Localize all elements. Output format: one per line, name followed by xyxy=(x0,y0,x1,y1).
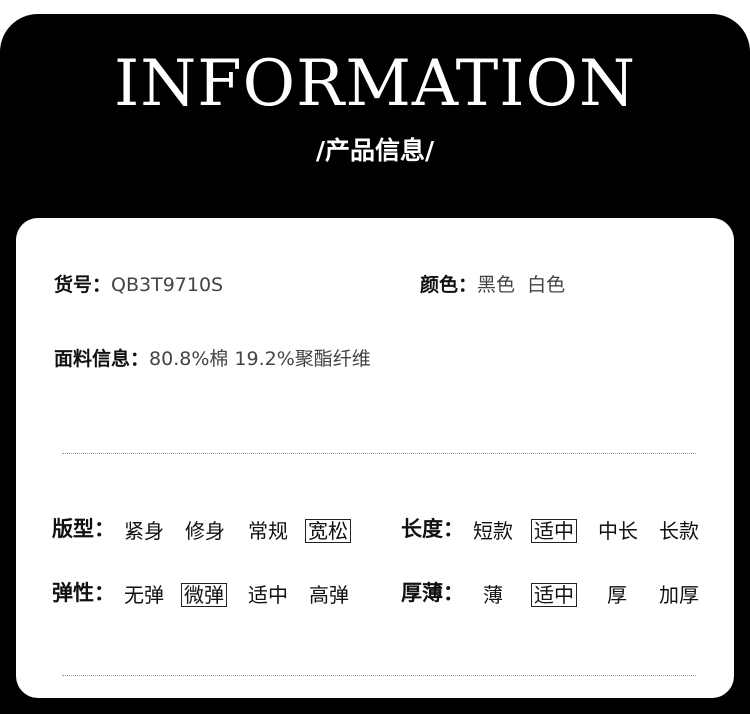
thickness-option: 加厚 xyxy=(659,583,699,607)
length-option: 中长 xyxy=(598,519,638,543)
length-label: 长度： xyxy=(401,517,464,541)
length-option: 长款 xyxy=(659,519,699,543)
elasticity-label: 弹性： xyxy=(52,581,115,605)
fit-label: 版型： xyxy=(52,517,115,541)
page-title: INFORMATION xyxy=(113,47,637,121)
thickness-label: 厚薄： xyxy=(401,581,464,605)
page-subtitle: /产品信息/ xyxy=(315,136,435,165)
item-no-value: QB3T9710S xyxy=(111,274,224,296)
fabric-field: 面料信息：80.8%棉 19.2%聚酯纤维 xyxy=(54,350,371,369)
thickness-option: 厚 xyxy=(607,583,627,607)
item-no-label: 货号： xyxy=(54,274,112,296)
elasticity-option-selected: 微弹 xyxy=(181,583,227,607)
divider-top xyxy=(62,453,696,454)
thickness-option-selected: 适中 xyxy=(531,583,577,607)
color-value: 黑色 白色 xyxy=(477,274,566,296)
item-no-field: 货号：QB3T9710S xyxy=(54,276,223,295)
divider-bottom xyxy=(62,675,696,676)
color-field: 颜色：黑色 白色 xyxy=(420,276,565,295)
fit-option: 紧身 xyxy=(124,519,164,543)
fabric-label: 面料信息： xyxy=(54,348,150,370)
color-label: 颜色： xyxy=(420,274,478,296)
length-option: 短款 xyxy=(473,519,513,543)
fit-option: 修身 xyxy=(185,519,225,543)
thickness-option: 薄 xyxy=(483,583,503,607)
length-option-selected: 适中 xyxy=(531,519,577,543)
fit-option: 常规 xyxy=(248,519,288,543)
fit-option-selected: 宽松 xyxy=(305,519,351,543)
elasticity-option: 无弹 xyxy=(124,583,164,607)
elasticity-option: 高弹 xyxy=(309,583,349,607)
fabric-value: 80.8%棉 19.2%聚酯纤维 xyxy=(149,348,371,370)
elasticity-option: 适中 xyxy=(248,583,288,607)
